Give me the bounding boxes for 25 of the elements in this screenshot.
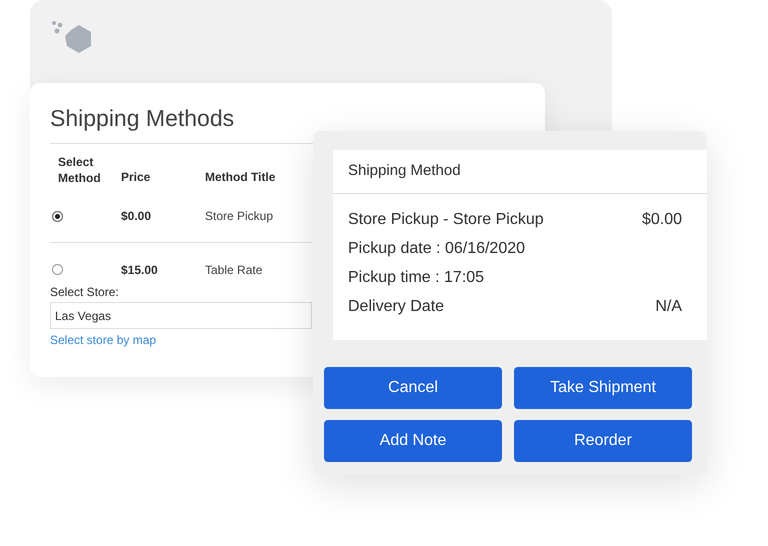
summary-label: Pickup date : 06/16/2020: [348, 239, 526, 259]
method-title-cell-text: Store Pickup: [204, 208, 274, 225]
summary-value: N/A: [655, 297, 682, 317]
store-select-field[interactable]: Las Vegas: [50, 302, 312, 329]
method-title-cell-text: Table Rate: [204, 262, 262, 278]
radio-button[interactable]: [52, 264, 63, 275]
column-header: Method Title: [204, 169, 276, 186]
action-button[interactable]: Reorder: [514, 420, 692, 462]
action-button[interactable]: Take Shipment: [514, 367, 692, 409]
panel-title: Shipping Method: [333, 150, 707, 194]
summary-label: Pickup time : 17:05: [348, 268, 484, 288]
action-button[interactable]: Add Note: [324, 420, 502, 462]
column-header: Select Method: [57, 154, 102, 187]
select-store-link[interactable]: Select store by map: [50, 331, 156, 349]
summary-value: $0.00: [642, 210, 682, 230]
action-button[interactable]: Cancel: [324, 367, 502, 409]
logo-icon: [51, 20, 93, 54]
summary-label: Delivery Date: [348, 297, 444, 317]
card-title: Shipping Methods: [50, 104, 236, 133]
store-label: Select Store:: [50, 284, 120, 300]
price-cell-text: $15.00: [120, 262, 159, 278]
price-cell-text: $0.00: [120, 208, 152, 225]
column-header: Price: [120, 169, 152, 186]
summary-label: Store Pickup - Store Pickup: [348, 210, 544, 230]
radio-button[interactable]: [52, 210, 63, 222]
